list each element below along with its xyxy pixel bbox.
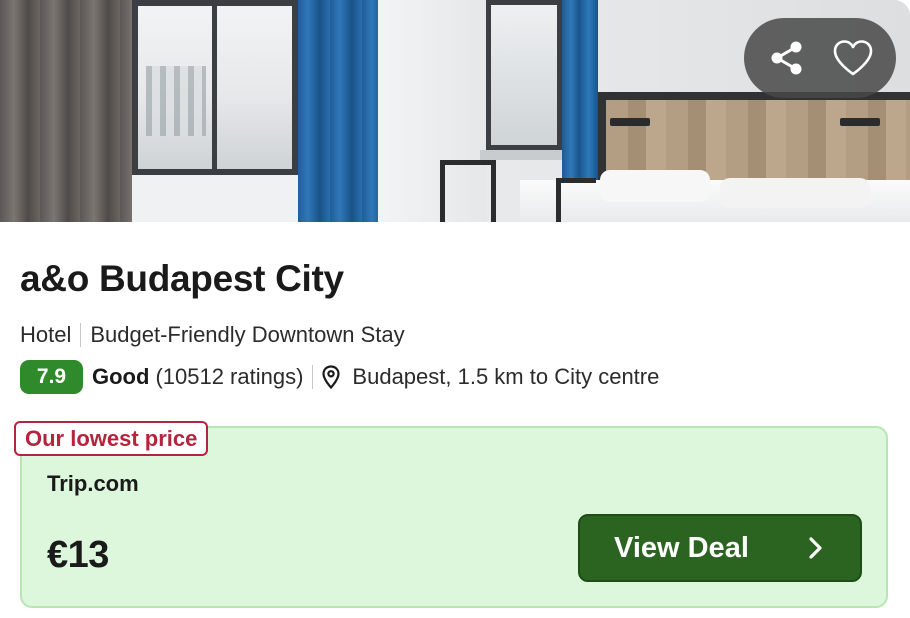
location-pin-icon (322, 365, 341, 389)
favorite-button[interactable] (825, 30, 881, 86)
photo-sill-right (480, 150, 570, 160)
divider (312, 365, 314, 389)
divider (80, 323, 82, 347)
photo-window-right (486, 0, 562, 150)
photo-pillow (600, 170, 710, 202)
hotel-name[interactable]: a&o Budapest City (20, 258, 344, 300)
photo-sill (132, 175, 302, 222)
rating-count: (10512 ratings) (155, 364, 304, 389)
deal-provider: Trip.com (47, 471, 139, 496)
photo-curtain-blue (298, 0, 378, 222)
hotel-subline: Hotel Budget-Friendly Downtown Stay (20, 322, 405, 348)
lowest-price-badge: Our lowest price (14, 421, 209, 456)
photo-pillow (720, 178, 870, 208)
photo-bed-frame (556, 178, 596, 222)
photo-window-left (132, 0, 298, 175)
hotel-tagline: Budget-Friendly Downtown Stay (90, 322, 405, 347)
photo-actions (744, 18, 896, 98)
hotel-type: Hotel (20, 322, 72, 347)
hotel-photo[interactable] (0, 0, 910, 222)
rating-score-badge: 7.9 (20, 360, 83, 394)
view-deal-label: View Deal (614, 531, 749, 564)
view-deal-button[interactable]: View Deal (578, 514, 862, 582)
location-text[interactable]: Budapest, 1.5 km to City centre (352, 364, 659, 390)
photo-lamp (840, 118, 880, 126)
rating-row: 7.9 Good (10512 ratings) Budapest, 1.5 k… (20, 360, 659, 394)
photo-bed-frame (440, 160, 496, 222)
photo-lamp (610, 118, 650, 126)
deal-price: €13 (47, 534, 109, 576)
share-icon (771, 41, 802, 75)
chevron-right-icon (809, 537, 822, 559)
photo-curtain-blue-right (562, 0, 598, 200)
share-button[interactable] (759, 30, 815, 86)
photo-curtain-grey (0, 0, 132, 222)
heart-outline-icon (833, 40, 873, 76)
hotel-card[interactable]: a&o Budapest City Hotel Budget-Friendly … (0, 0, 910, 618)
rating-word: Good (92, 364, 150, 389)
